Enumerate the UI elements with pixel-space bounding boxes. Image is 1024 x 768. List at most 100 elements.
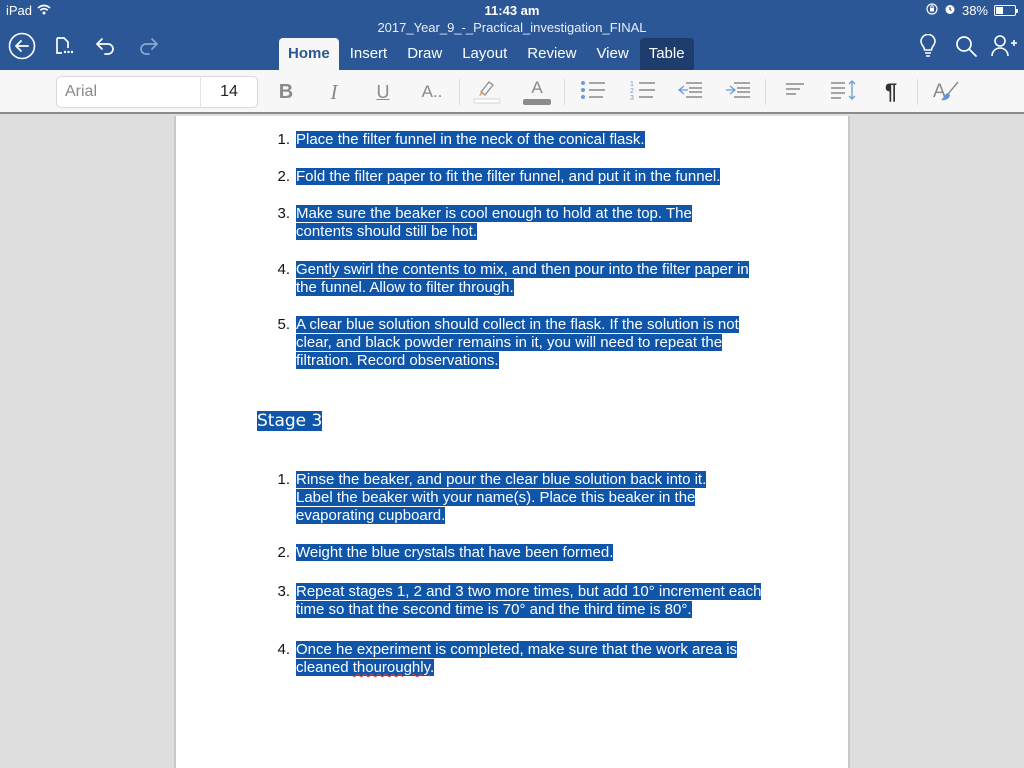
separator [459,79,460,105]
back-button[interactable] [8,32,36,65]
font-options-icon: A.. [421,82,443,101]
list-item-text: Make sure the beaker is cool enough to h… [296,205,692,240]
tell-me-button[interactable] [914,33,942,63]
svg-text:1: 1 [630,81,634,88]
tab-draw[interactable]: Draw [398,38,451,70]
list-item[interactable]: 4. Once he experiment is completed, make… [176,641,772,677]
title-bar: iPad 11:43 am 38% 2017_Year_9_-_Practica… [0,0,1024,70]
undo-icon [94,35,118,62]
search-icon [954,34,978,63]
heading-text: Stage 3 [257,411,323,431]
bullets-button[interactable] [577,76,609,108]
tab-table[interactable]: Table [639,38,694,70]
list-item-text: Weight the blue crystals that have been … [296,544,614,561]
list-item-text: Place the filter funnel in the neck of t… [296,131,645,148]
font-name-field[interactable]: Arial [57,77,201,107]
separator [564,79,565,105]
separator [917,79,918,105]
font-color-icon: A [522,78,552,106]
battery-icon [994,5,1018,16]
rotation-lock-icon [926,3,938,18]
list-item-text: A clear blue solution should collect in … [296,316,739,369]
list-number: 2. [277,168,290,185]
redo-icon [136,35,160,62]
list-item[interactable]: 4. Gently swirl the contents to mix, and… [176,261,766,297]
styles-button[interactable]: A [930,76,962,108]
line-spacing-button[interactable] [828,76,860,108]
increase-indent-icon [724,78,752,107]
right-toolbar [914,33,1018,63]
ribbon-tabs: Home Insert Draw Layout Review View Tabl… [279,38,696,70]
tab-insert[interactable]: Insert [341,38,397,70]
section-heading: Stage 3 [257,409,323,433]
document-page[interactable]: 1. Place the filter funnel in the neck o… [174,116,850,768]
list-number: 5. [277,316,290,333]
font-picker: Arial 14 [56,76,258,108]
svg-text:2: 2 [630,88,634,95]
increase-indent-button[interactable] [722,76,754,108]
tab-home[interactable]: Home [279,38,339,70]
font-color-button[interactable]: A [521,76,553,108]
underline-button[interactable]: U [367,76,399,108]
clock: 11:43 am [484,3,540,18]
font-options-button[interactable]: A.. [416,76,448,108]
file-menu-icon [53,35,75,62]
list-item[interactable]: 3. Repeat stages 1, 2 and 3 two more tim… [176,583,766,619]
device-name: iPad [6,3,33,18]
list-item-text: Rinse the beaker, and pour the clear blu… [296,471,707,524]
underline-icon: U [376,81,390,102]
add-person-icon [990,34,1018,63]
status-right: 38% [926,3,1018,18]
decrease-indent-icon [676,78,704,107]
redo-button[interactable] [134,34,162,62]
show-formatting-button[interactable]: ¶ [875,76,907,108]
undo-button[interactable] [92,34,120,62]
list-item-text: Once he experiment is completed, make su… [296,641,738,676]
back-circle-icon [8,32,36,65]
decrease-indent-button[interactable] [674,76,706,108]
paragraph-mark-icon: ¶ [884,79,898,104]
tab-layout[interactable]: Layout [453,38,516,70]
list-number: 4. [277,641,290,658]
list-number: 3. [277,583,290,600]
left-toolbar [8,32,162,65]
search-button[interactable] [952,34,980,62]
list-item[interactable]: 2. Fold the filter paper to fit the filt… [176,168,772,186]
bullet-list-icon [579,78,607,107]
list-item-text: Fold the filter paper to fit the filter … [296,168,721,185]
alarm-icon [944,3,956,18]
bold-button[interactable]: B [270,76,302,108]
font-size-field[interactable]: 14 [201,77,257,107]
list-number: 1. [277,471,290,488]
share-button[interactable] [990,34,1018,62]
list-number: 2. [277,544,290,561]
file-menu-button[interactable] [50,34,78,62]
list-item-text: Repeat stages 1, 2 and 3 two more times,… [296,583,762,618]
bold-icon: B [278,80,294,103]
tab-review[interactable]: Review [518,38,585,70]
list-item[interactable]: 1. Rinse the beaker, and pour the clear … [176,471,741,525]
list-item-text: Gently swirl the contents to mix, and th… [296,261,749,296]
highlight-button[interactable] [471,76,503,108]
battery-fill [996,7,1003,14]
highlighter-icon [472,76,502,109]
misspelled-word[interactable]: thouroughly [353,659,430,676]
battery-percent: 38% [961,3,988,18]
styles-brush-icon: A [931,79,961,105]
tab-view[interactable]: View [587,38,637,70]
lightbulb-icon [917,33,939,63]
list-item[interactable]: 3. Make sure the beaker is cool enough t… [176,205,721,241]
list-number: 1. [277,131,290,148]
align-button[interactable] [778,76,810,108]
list-item[interactable]: 2. Weight the blue crystals that have be… [176,544,772,562]
italic-button[interactable]: I [318,76,350,108]
numbering-button[interactable]: 123 [627,76,659,108]
list-number: 3. [277,205,290,222]
list-item[interactable]: 1. Place the filter funnel in the neck o… [176,131,772,149]
word-app: iPad 11:43 am 38% 2017_Year_9_-_Practica… [0,0,1024,768]
list-item[interactable]: 5. A clear blue solution should collect … [176,316,772,370]
line-spacing-icon [829,77,859,108]
document-title[interactable]: 2017_Year_9_-_Practical_investigation_FI… [377,20,646,35]
italic-icon: I [330,79,338,104]
home-ribbon: Arial 14 B I U A.. A 1 2 3 ¶ A [0,70,1024,114]
